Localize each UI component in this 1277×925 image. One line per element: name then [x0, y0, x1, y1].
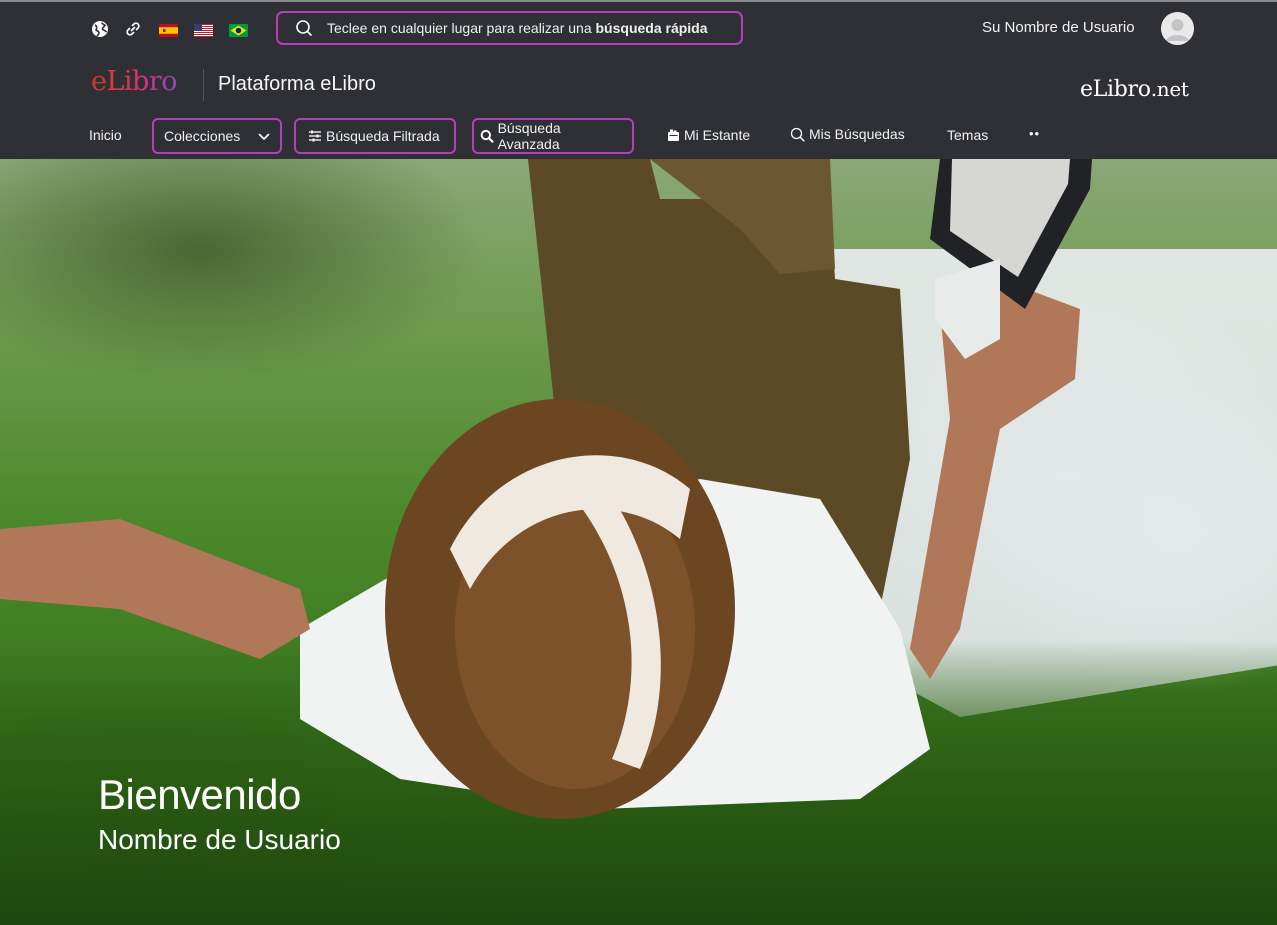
- nav-colecciones-dropdown[interactable]: Colecciones: [152, 118, 282, 154]
- nav-mis-busquedas[interactable]: Mis Búsquedas: [790, 126, 905, 142]
- link-icon[interactable]: [125, 21, 141, 37]
- username-label[interactable]: Su Nombre de Usuario: [982, 19, 1135, 36]
- welcome-heading: Bienvenido: [98, 771, 301, 818]
- flag-brazil-icon[interactable]: [229, 24, 248, 37]
- flag-spain-icon[interactable]: [159, 24, 178, 37]
- nav-mis-busquedas-label: Mis Búsquedas: [809, 126, 905, 142]
- nav-busqueda-filtrada[interactable]: Búsqueda Filtrada: [294, 118, 456, 154]
- platform-title: Plataforma eLibro: [218, 73, 376, 95]
- elibro-net-logo[interactable]: eLibro.net: [1080, 77, 1189, 102]
- search-icon: [790, 127, 805, 142]
- globe-icon[interactable]: [91, 20, 109, 38]
- nav-mi-estante-label: Mi Estante: [684, 127, 751, 143]
- quick-search-text: Teclee en cualquier lugar para realizar …: [327, 20, 708, 36]
- flag-usa-icon[interactable]: [194, 24, 213, 37]
- site-header: Teclee en cualquier lugar para realizar …: [0, 2, 1277, 159]
- nav-busqueda-filtrada-label: Búsqueda Filtrada: [326, 128, 440, 144]
- sliders-icon: [309, 130, 321, 142]
- search-icon: [296, 20, 312, 36]
- more-dots-icon: ••: [1029, 126, 1041, 141]
- elibro-logo[interactable]: eLibro: [91, 66, 177, 97]
- nav-temas[interactable]: Temas: [947, 127, 988, 143]
- search-icon: [480, 129, 494, 143]
- nav-mi-estante[interactable]: Mi Estante: [667, 127, 750, 143]
- chevron-down-icon: [258, 133, 270, 140]
- welcome-username: Nombre de Usuario: [98, 824, 341, 855]
- bookshelf-icon: [668, 129, 679, 141]
- nav-more-menu[interactable]: ••: [1029, 126, 1040, 141]
- quick-search-bar[interactable]: Teclee en cualquier lugar para realizar …: [276, 11, 743, 45]
- brand-divider: [203, 69, 204, 101]
- nav-inicio[interactable]: Inicio: [89, 127, 122, 143]
- user-avatar-icon[interactable]: [1161, 12, 1194, 45]
- nav-colecciones-label: Colecciones: [164, 128, 241, 144]
- nav-temas-label: Temas: [947, 127, 989, 143]
- nav-busqueda-avanzada[interactable]: Búsqueda Avanzada: [472, 118, 634, 154]
- nav-busqueda-avanzada-label: Búsqueda Avanzada: [497, 120, 561, 152]
- nav-inicio-label: Inicio: [89, 127, 122, 143]
- hero-banner: Bienvenido Nombre de Usuario: [0, 159, 1277, 925]
